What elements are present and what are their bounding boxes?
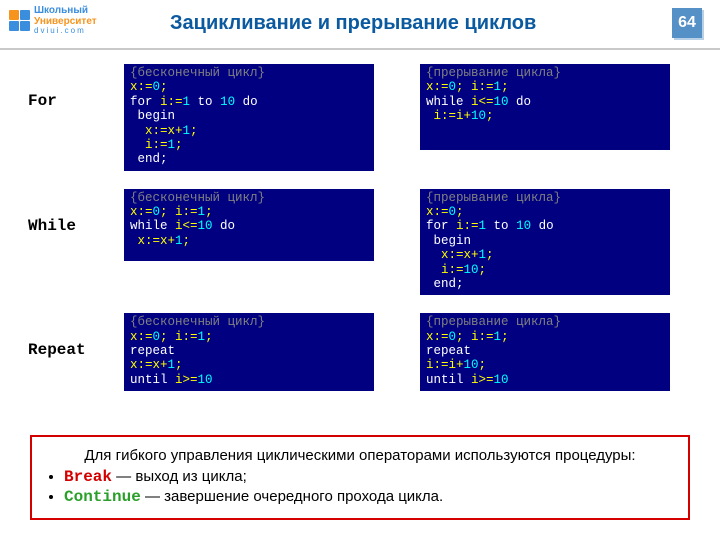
header: Школьный Университет dviui.com Зациклива… bbox=[0, 0, 720, 52]
page-number-badge: 64 bbox=[672, 8, 702, 38]
continue-keyword: Continue bbox=[64, 488, 141, 506]
code-line: x:=0; i:=1; bbox=[426, 330, 664, 344]
code-line: {бесконечный цикл} bbox=[130, 191, 368, 205]
code-line: {прерывание цикла} bbox=[426, 191, 664, 205]
code-line: end; bbox=[426, 277, 664, 291]
code-line: repeat bbox=[426, 344, 664, 358]
footer-box: Для гибкого управления циклическими опер… bbox=[30, 435, 690, 520]
code-box-left: {бесконечный цикл}x:=0; i:=1;while i<=10… bbox=[124, 189, 374, 261]
code-row: While{бесконечный цикл}x:=0; i:=1;while … bbox=[28, 189, 692, 296]
row-label: While bbox=[28, 189, 124, 235]
code-line: x:=0; i:=1; bbox=[130, 205, 368, 219]
logo-mark-icon bbox=[8, 10, 30, 32]
code-line: x:=x+1; bbox=[130, 124, 368, 138]
code-line: {прерывание цикла} bbox=[426, 66, 664, 80]
code-line: x:=0; bbox=[426, 205, 664, 219]
code-line: for i:=1 to 10 do bbox=[426, 219, 664, 233]
logo: Школьный Университет dviui.com bbox=[8, 6, 97, 35]
code-line: while i<=10 do bbox=[426, 95, 664, 109]
code-box-right: {прерывание цикла}x:=0; i:=1;repeati:=i+… bbox=[420, 313, 670, 391]
code-line: until i>=10 bbox=[130, 373, 368, 387]
row-label: For bbox=[28, 64, 124, 110]
code-box-right: {прерывание цикла}x:=0; i:=1;while i<=10… bbox=[420, 64, 670, 150]
code-line: {бесконечный цикл} bbox=[130, 66, 368, 80]
header-divider bbox=[0, 48, 720, 50]
code-line: until i>=10 bbox=[426, 373, 664, 387]
code-line: {прерывание цикла} bbox=[426, 315, 664, 329]
code-line: x:=0; i:=1; bbox=[130, 330, 368, 344]
code-line: x:=0; bbox=[130, 80, 368, 94]
page-title: Зацикливание и прерывание циклов bbox=[170, 12, 536, 35]
code-grid: For{бесконечный цикл}x:=0;for i:=1 to 10… bbox=[28, 64, 692, 409]
code-line: x:=x+1; bbox=[426, 248, 664, 262]
continue-text: — завершение очередного прохода цикла. bbox=[141, 488, 443, 505]
code-line: {бесконечный цикл} bbox=[130, 315, 368, 329]
code-line: for i:=1 to 10 do bbox=[130, 95, 368, 109]
footer-intro: Для гибкого управления циклическими опер… bbox=[46, 447, 674, 464]
break-text: — выход из цикла; bbox=[112, 468, 247, 485]
code-line: x:=x+1; bbox=[130, 358, 368, 372]
code-line: begin bbox=[426, 234, 664, 248]
code-line: i:=1; bbox=[130, 138, 368, 152]
code-line: i:=10; bbox=[426, 263, 664, 277]
logo-line3: dviui.com bbox=[34, 27, 97, 35]
code-line: x:=0; i:=1; bbox=[426, 80, 664, 94]
code-box-right: {прерывание цикла}x:=0;for i:=1 to 10 do… bbox=[420, 189, 670, 296]
code-box-left: {бесконечный цикл}x:=0; i:=1;repeatx:=x+… bbox=[124, 313, 374, 391]
code-line: x:=x+1; bbox=[130, 234, 368, 248]
code-row: For{бесконечный цикл}x:=0;for i:=1 to 10… bbox=[28, 64, 692, 171]
footer-break-line: Break — выход из цикла; bbox=[64, 468, 674, 486]
break-keyword: Break bbox=[64, 468, 112, 486]
footer-continue-line: Continue — завершение очередного прохода… bbox=[64, 488, 674, 506]
code-row: Repeat{бесконечный цикл}x:=0; i:=1;repea… bbox=[28, 313, 692, 391]
code-line: i:=i+10; bbox=[426, 358, 664, 372]
code-line: repeat bbox=[130, 344, 368, 358]
code-box-left: {бесконечный цикл}x:=0;for i:=1 to 10 do… bbox=[124, 64, 374, 171]
code-line: begin bbox=[130, 109, 368, 123]
code-line: while i<=10 do bbox=[130, 219, 368, 233]
logo-text: Школьный Университет dviui.com bbox=[34, 6, 97, 35]
code-line: i:=i+10; bbox=[426, 109, 664, 123]
row-label: Repeat bbox=[28, 313, 124, 359]
logo-line1: Школьный bbox=[34, 6, 97, 17]
code-line: end; bbox=[130, 152, 368, 166]
